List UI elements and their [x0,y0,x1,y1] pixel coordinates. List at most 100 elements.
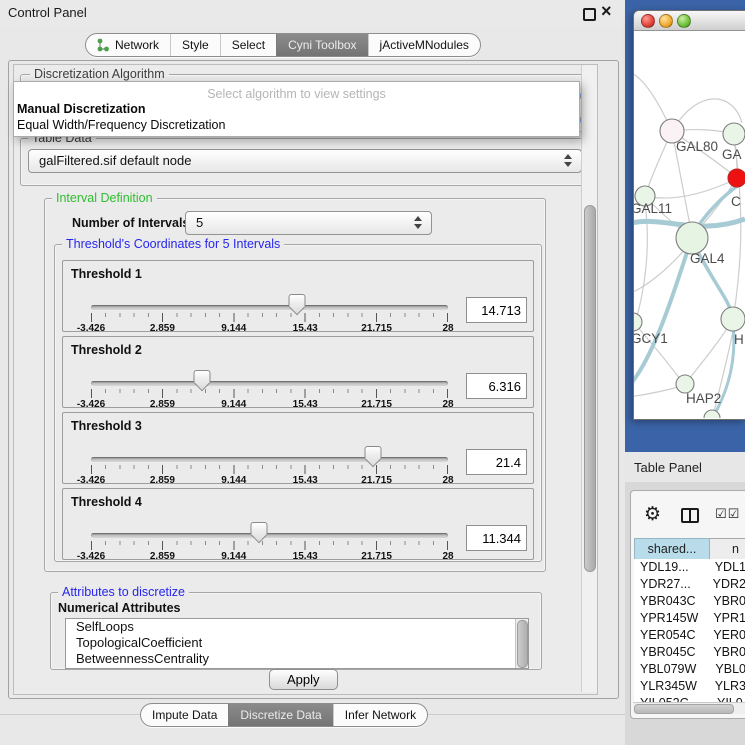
network-node-top-right[interactable] [723,123,745,145]
float-window-icon[interactable] [583,8,596,21]
tick-label: 21.715 [361,399,392,410]
list-item[interactable]: SelfLoops [66,619,528,635]
apply-button[interactable]: Apply [269,669,338,690]
tab-label: jActiveMNodules [380,38,469,52]
window-title: Control Panel [8,5,87,20]
table-row[interactable]: YBR045CYBR0 [634,644,745,661]
threshold-slider[interactable]: -3.426 2.859 9.144 15.43 21.715 28 [91,337,448,407]
threshold-value-input[interactable] [466,373,527,399]
table-row[interactable]: YBL079WYBL0 [634,661,745,678]
threshold-panel-1: Threshold 1 -3.426 2.859 9.144 15.43 21.… [62,260,534,332]
cell: YBR043C [634,593,706,610]
split-table-icon[interactable] [681,508,699,523]
tab-impute-data[interactable]: Impute Data [141,704,228,726]
list-scrollbar-thumb[interactable] [517,620,528,668]
table-row[interactable]: YPR145WYPR1 [634,610,745,627]
slider-thumb[interactable] [193,370,210,383]
list-scrollbar[interactable] [515,619,528,668]
tab-select[interactable]: Select [220,34,276,56]
threshold-panel-3: Threshold 3 -3.426 2.859 9.144 15.43 21.… [62,412,534,484]
zoom-traffic-light-icon[interactable] [677,14,691,28]
tick-label: 2.859 [150,551,175,562]
table-row[interactable]: YDR27...YDR2 [634,576,745,593]
cell: YDL19... [634,559,708,576]
table-row[interactable]: YIL052CYIL0 [634,695,745,702]
slider-thumb[interactable] [288,294,305,307]
main-scrollbar[interactable] [581,65,597,692]
threshold-panel-4: Threshold 4 -3.426 2.859 9.144 15.43 21.… [62,488,534,560]
close-traffic-light-icon[interactable] [641,14,655,28]
network-node-selected-red[interactable] [728,169,745,187]
network-canvas[interactable]: GAL80 GA C GAL11 GAL4 GCY1 H HAP2 [634,31,745,418]
cell: YER054C [634,627,706,644]
tab-discretize-data[interactable]: Discretize Data [228,704,332,726]
threshold-slider[interactable]: -3.426 2.859 9.144 15.43 21.715 28 [91,413,448,483]
cell: YDL1 [708,559,745,576]
tick-label: 21.715 [361,551,392,562]
slider-track[interactable] [91,381,448,386]
tick-label: 15.43 [293,475,318,486]
threshold-slider[interactable]: -3.426 2.859 9.144 15.43 21.715 28 [91,489,448,559]
slider-thumb[interactable] [250,522,267,535]
threshold-slider[interactable]: -3.426 2.859 9.144 15.43 21.715 28 [91,261,448,331]
list-item[interactable]: TopologicalCoefficient [66,635,528,651]
cell: YIL052C [634,695,710,702]
slider-track[interactable] [91,457,448,462]
tick-label: 15.43 [293,399,318,410]
numerical-attributes-list[interactable]: SelfLoops TopologicalCoefficient Between… [65,618,529,669]
table-horizontal-scrollbar-thumb[interactable] [634,704,734,714]
table-row[interactable]: YLR345WYLR3 [634,678,745,695]
cell: YBL079W [634,661,708,678]
attributes-group-title: Attributes to discretize [58,585,189,599]
threshold-value-input[interactable] [466,297,527,323]
slider-tick-labels: -3.426 2.859 9.144 15.43 21.715 28 [91,323,448,335]
tab-infer-network[interactable]: Infer Network [333,704,427,726]
tick-label: -3.426 [77,475,105,486]
slider-tick-labels: -3.426 2.859 9.144 15.43 21.715 28 [91,475,448,487]
node-label-ga: GA [722,147,742,162]
cell: YBR0 [706,644,745,661]
tab-jactivemnodules[interactable]: jActiveMNodules [368,34,480,56]
tab-network[interactable]: Network [86,34,170,56]
table-row[interactable]: YER054CYER0 [634,627,745,644]
minimize-traffic-light-icon[interactable] [659,14,673,28]
popup-option-equal-width-frequency[interactable]: Equal Width/Frequency Discretization [17,118,225,132]
list-item[interactable]: BetweennessCentrality [66,651,528,667]
network-node-h[interactable] [721,307,745,331]
popup-option-manual-discretization[interactable]: Manual Discretization [17,102,146,116]
table-data-combo[interactable]: galFiltered.sif default node [28,149,582,173]
combo-stepper-icon [414,216,422,229]
tab-style[interactable]: Style [170,34,220,56]
node-label-gal80: GAL80 [676,139,718,154]
network-window-titlebar[interactable] [634,11,745,31]
table-row[interactable]: YDL19...YDL1 [634,559,745,576]
tick-label: 9.144 [221,475,246,486]
control-panel-titlebar[interactable]: Control Panel × [0,0,625,26]
threshold-value-input[interactable] [466,449,527,475]
tick-label: 15.43 [293,323,318,334]
slider-track[interactable] [91,533,448,538]
node-label-h: H [734,332,744,347]
table-horizontal-scrollbar[interactable] [633,702,745,714]
tab-label: Style [182,38,209,52]
threshold-value-input[interactable] [466,525,527,551]
network-node-gcy1[interactable] [634,313,642,331]
slider-thumb[interactable] [365,446,382,459]
column-header-name[interactable]: n [710,538,745,560]
checkbox-icon: ☑ [715,506,728,521]
gear-icon[interactable]: ⚙ [644,503,661,526]
slider-track[interactable] [91,305,448,310]
column-header-shared-name[interactable]: shared... [634,538,710,560]
table-panel-titlebar[interactable]: Table Panel [625,452,745,482]
cell: YLR3 [708,678,745,695]
column-select-icons[interactable]: ☑☑ [715,506,740,522]
tick-label: 28 [442,323,453,334]
close-icon[interactable]: × [601,1,612,22]
table-rows: YDL19...YDL1 YDR27...YDR2 YBR043CYBR0 YP… [634,559,745,702]
slider-ticks [91,465,449,474]
main-scrollbar-thumb[interactable] [584,205,596,572]
tab-cyni-toolbox[interactable]: Cyni Toolbox [276,34,367,56]
table-row[interactable]: YBR043CYBR0 [634,593,745,610]
number-of-intervals-combo[interactable]: 5 [185,211,432,235]
network-node-gal4[interactable] [676,222,708,254]
